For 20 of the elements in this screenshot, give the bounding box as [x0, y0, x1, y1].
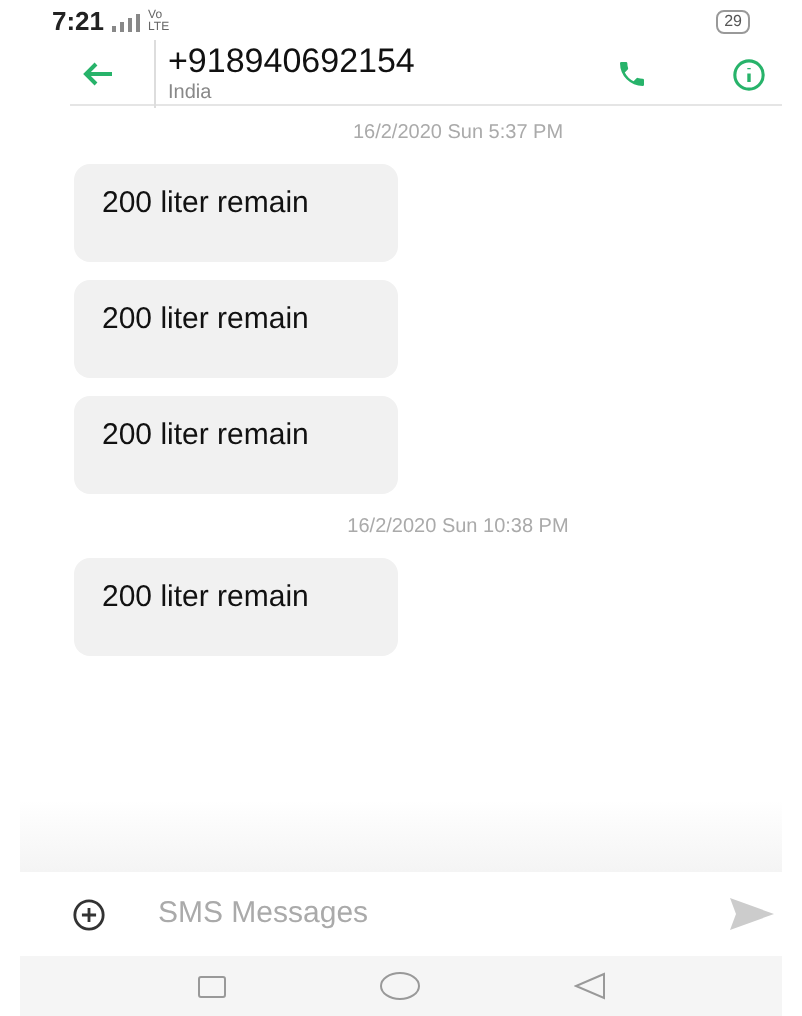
message-input-field[interactable]: SMS Messages [158, 891, 730, 937]
message-bubble: 200 liter remain [74, 164, 398, 262]
message-bubble: 200 liter remain [74, 280, 398, 378]
back-arrow-icon[interactable] [82, 62, 114, 86]
contact-country: India [168, 82, 214, 108]
add-icon[interactable] [72, 897, 106, 931]
send-icon[interactable] [730, 898, 774, 930]
status-time: 7:21 [52, 4, 105, 41]
home-icon[interactable] [379, 972, 419, 1000]
message-bubble: 200 liter remain [74, 558, 398, 656]
contact-number: +918940692154 [168, 40, 415, 83]
info-icon[interactable] [732, 57, 766, 91]
recents-icon[interactable] [197, 975, 225, 997]
phone-icon[interactable] [616, 58, 648, 90]
date-separator: 16/2/2020 Sun 5:37 PM [352, 120, 564, 148]
date-separator: 16/2/2020 Sun 10:38 PM [347, 514, 569, 542]
message-bubble: 200 liter remain [74, 396, 398, 494]
battery-icon: 29 [716, 10, 750, 34]
signal-icon [112, 13, 141, 31]
back-icon[interactable] [573, 972, 605, 1000]
